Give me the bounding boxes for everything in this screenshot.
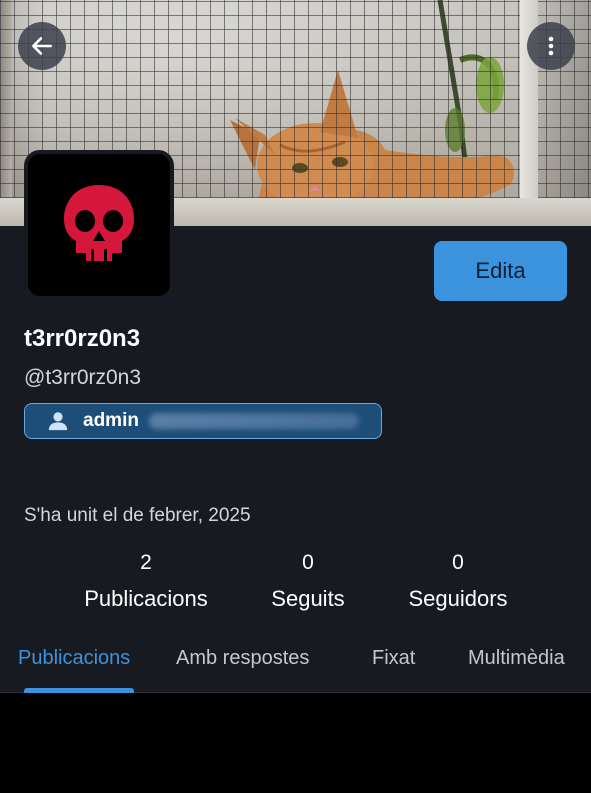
redacted-domain [148,413,359,429]
role-badge: admin [24,403,382,439]
user-icon [47,410,69,432]
profile-screen: Edita t3rr0rz0n3 @t3rr0rz0n3 admin S'ha … [0,0,591,693]
stat-count: 2 [140,551,152,574]
tab-replies[interactable]: Amb respostes [176,647,309,670]
stat-posts[interactable]: 2 Publicacions [66,548,226,612]
back-button[interactable] [18,22,66,70]
stat-label: Publicacions [84,586,208,611]
active-tab-indicator [24,688,134,693]
tab-media[interactable]: Multimèdia [468,647,565,670]
stat-label: Seguits [271,586,345,611]
avatar[interactable] [24,150,174,300]
skull-icon [64,185,134,261]
more-options-button[interactable] [527,22,575,70]
profile-tabs: Publicacions Amb respostes Fixat Multimè… [0,640,591,693]
joined-date: S'ha unit el de febrer, 2025 [24,505,251,526]
user-handle: @t3rr0rz0n3 [24,366,142,389]
role-label: admin [83,410,139,431]
more-vertical-icon [548,36,554,56]
stat-label: Seguidors [408,586,508,611]
stat-following[interactable]: 0 Seguits [238,548,378,612]
tab-posts[interactable]: Publicacions [18,647,130,670]
edit-profile-button[interactable]: Edita [434,241,567,301]
stat-count: 0 [452,551,464,574]
tab-pinned[interactable]: Fixat [372,647,415,670]
arrow-left-icon [32,37,52,55]
display-name: t3rr0rz0n3 [24,325,141,352]
stat-followers[interactable]: 0 Seguidors [388,548,528,612]
stat-count: 0 [302,551,314,574]
